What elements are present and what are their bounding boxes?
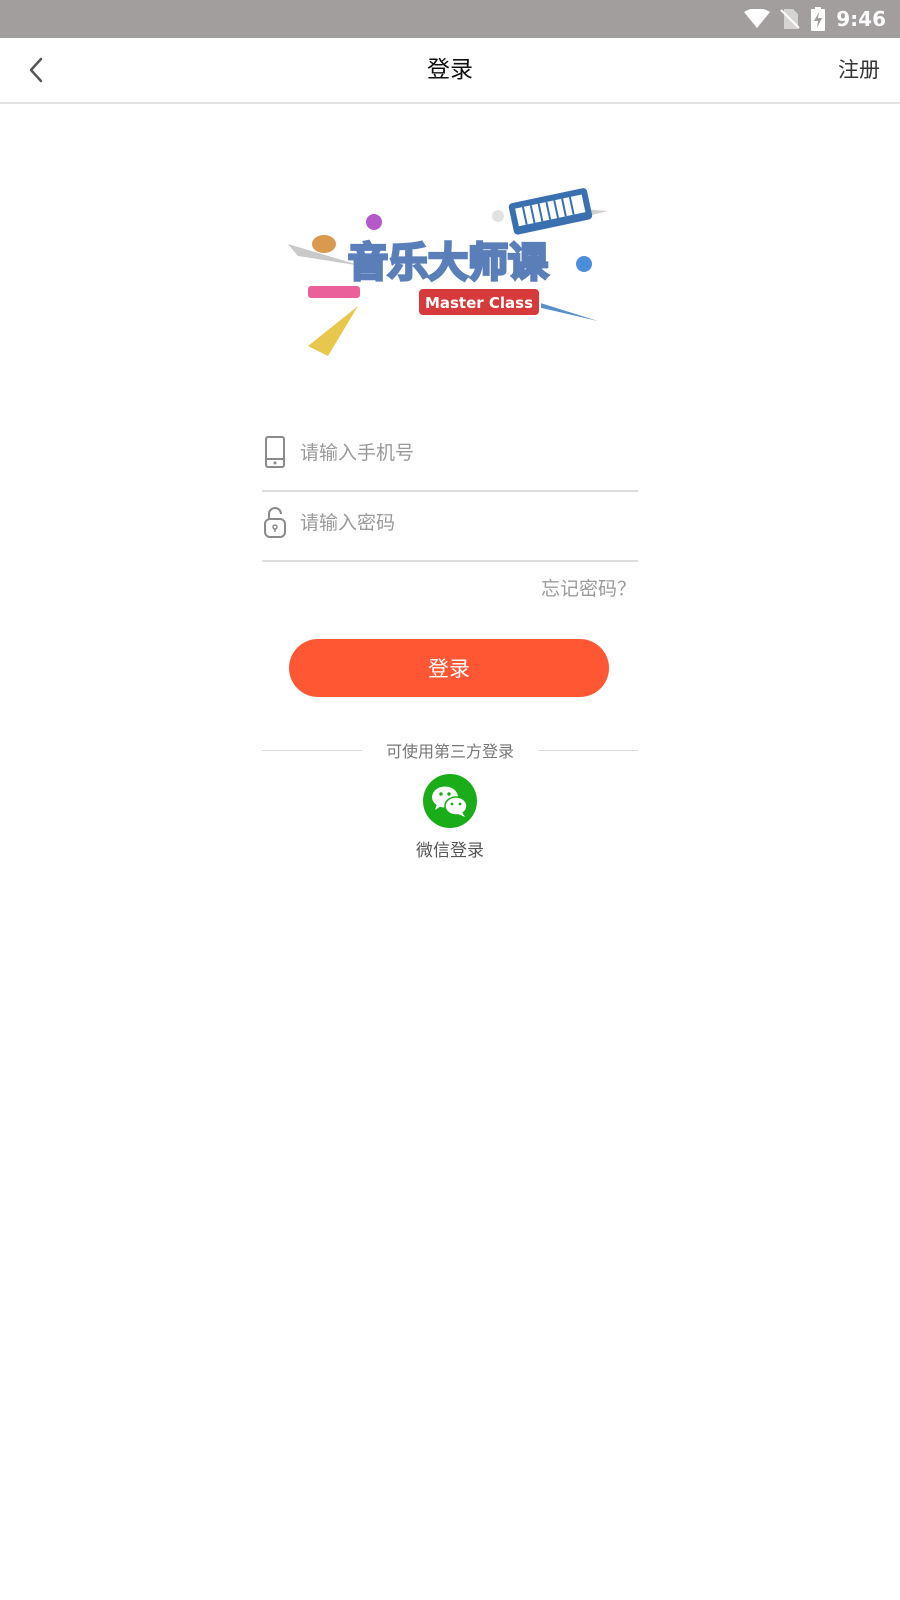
- page-title: 登录: [427, 57, 473, 83]
- wechat-login-label[interactable]: 微信登录: [0, 836, 900, 861]
- title-bar: 登录 注册: [0, 38, 900, 104]
- register-link[interactable]: 注册: [838, 38, 880, 102]
- password-field: [262, 490, 638, 562]
- status-time: 9:46: [836, 7, 886, 31]
- no-sim-icon: [780, 9, 800, 29]
- svg-text:音乐大师课: 音乐大师课: [348, 240, 549, 286]
- svg-text:Master Class: Master Class: [425, 294, 533, 312]
- wechat-icon: [423, 774, 477, 828]
- login-button[interactable]: 登录: [289, 639, 609, 697]
- forgot-password-link[interactable]: 忘记密码？: [541, 574, 636, 601]
- wechat-login-button[interactable]: [422, 773, 478, 829]
- phone-field: [262, 420, 638, 492]
- lock-icon: [262, 504, 288, 540]
- battery-charging-icon: [811, 7, 826, 31]
- phone-input[interactable]: [300, 428, 630, 478]
- third-party-label: 可使用第三方登录: [385, 742, 514, 761]
- password-input[interactable]: [300, 498, 630, 548]
- status-icons: 9:46: [744, 0, 886, 38]
- phone-icon: [262, 434, 288, 470]
- wifi-icon: [744, 9, 771, 28]
- app-logo: 音乐大师课 Master Class: [288, 186, 612, 360]
- status-bar: 9:46: [0, 0, 900, 38]
